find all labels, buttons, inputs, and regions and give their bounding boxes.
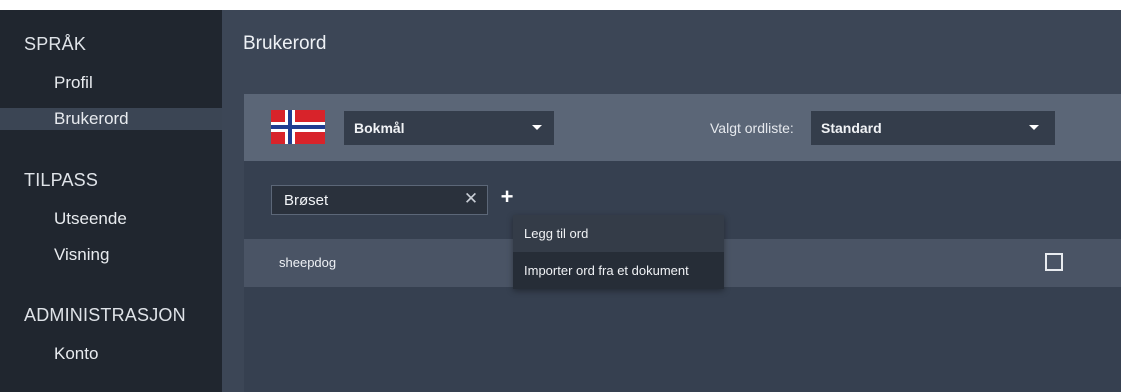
sidebar-item-visning[interactable]: Visning [0, 244, 222, 266]
menu-item-add-word[interactable]: Legg til ord [513, 215, 724, 252]
main-content: Brukerord Bokmål Valgt ordliste: Standar… [222, 10, 1121, 392]
section-title-administrasjon: ADMINISTRASJON [24, 305, 186, 325]
wordlist-dropdown-value: Standard [821, 120, 882, 136]
wordlist-label: Valgt ordliste: [710, 120, 794, 136]
app: SPRÅK Profil Brukerord TILPASS Utseende … [0, 10, 1121, 392]
wordlist-dropdown[interactable]: Standard [811, 111, 1055, 145]
sidebar-item-konto[interactable]: Konto [0, 343, 222, 365]
chevron-down-icon [532, 125, 542, 130]
page-title: Brukerord [243, 33, 327, 54]
language-dropdown[interactable]: Bokmål [344, 111, 554, 145]
sidebar: SPRÅK Profil Brukerord TILPASS Utseende … [0, 10, 222, 392]
menu-item-import-words[interactable]: Importer ord fra et dokument [513, 252, 724, 289]
sidebar-item-brukerord[interactable]: Brukerord [0, 108, 222, 130]
sidebar-item-utseende[interactable]: Utseende [0, 208, 222, 230]
clear-icon[interactable]: ✕ [463, 190, 479, 208]
word-input-value: Brøset [284, 192, 329, 209]
language-dropdown-value: Bokmål [354, 120, 405, 136]
norway-flag-icon [271, 110, 325, 144]
add-icon[interactable]: + [496, 186, 518, 208]
language-bar: Bokmål Valgt ordliste: Standard [244, 94, 1121, 161]
section-title-sprak: SPRÅK [24, 34, 87, 54]
word-checkbox[interactable] [1045, 253, 1063, 271]
word-text: sheepdog [279, 255, 337, 270]
section-title-tilpass: TILPASS [24, 170, 99, 190]
sidebar-item-profil[interactable]: Profil [0, 72, 222, 94]
chevron-down-icon [1029, 125, 1039, 130]
user-words-panel: Bokmål Valgt ordliste: Standard Brøset ✕… [244, 94, 1121, 392]
add-menu: Legg til ord Importer ord fra et dokumen… [513, 215, 724, 289]
word-input[interactable]: Brøset [271, 185, 488, 215]
